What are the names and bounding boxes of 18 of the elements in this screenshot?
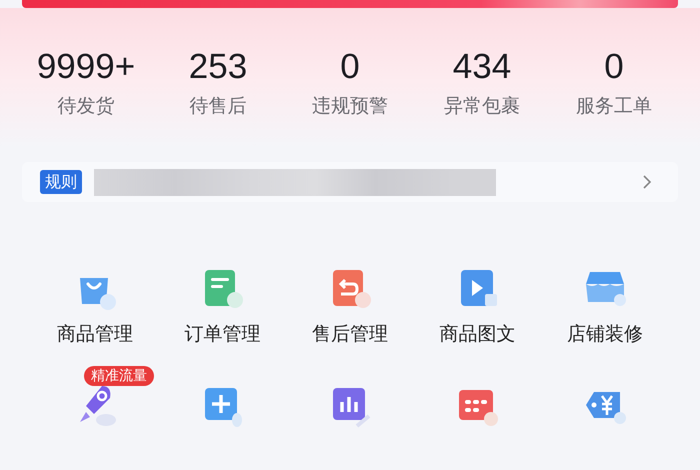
tool-label[interactable]: 商品图文 [440, 322, 516, 346]
stat-label: 异常包裹 [444, 94, 520, 118]
tool-label[interactable]: 店铺装修 [567, 322, 644, 346]
stat-value[interactable]: 9999+ [36, 48, 136, 86]
stat-label: 待售后 [190, 94, 246, 118]
tool-label[interactable]: 商品管理 [56, 322, 133, 346]
notice-card[interactable]: 规则 [22, 162, 678, 202]
stat-value[interactable]: 0 [604, 48, 624, 86]
stat-label: 违规预警 [312, 94, 388, 118]
stat-value[interactable]: 0 [340, 48, 360, 86]
tool-label[interactable]: 订单管理 [184, 322, 260, 346]
stat-label: 服务工单 [576, 94, 652, 118]
tool-label[interactable]: 售后管理 [312, 322, 388, 346]
promo-badge: 精准流量 [84, 366, 154, 386]
stat-value[interactable]: 253 [188, 48, 248, 86]
stat-value[interactable]: 434 [452, 48, 512, 86]
rule-tag: 规则 [40, 170, 82, 194]
stat-label: 待发货 [58, 94, 114, 118]
